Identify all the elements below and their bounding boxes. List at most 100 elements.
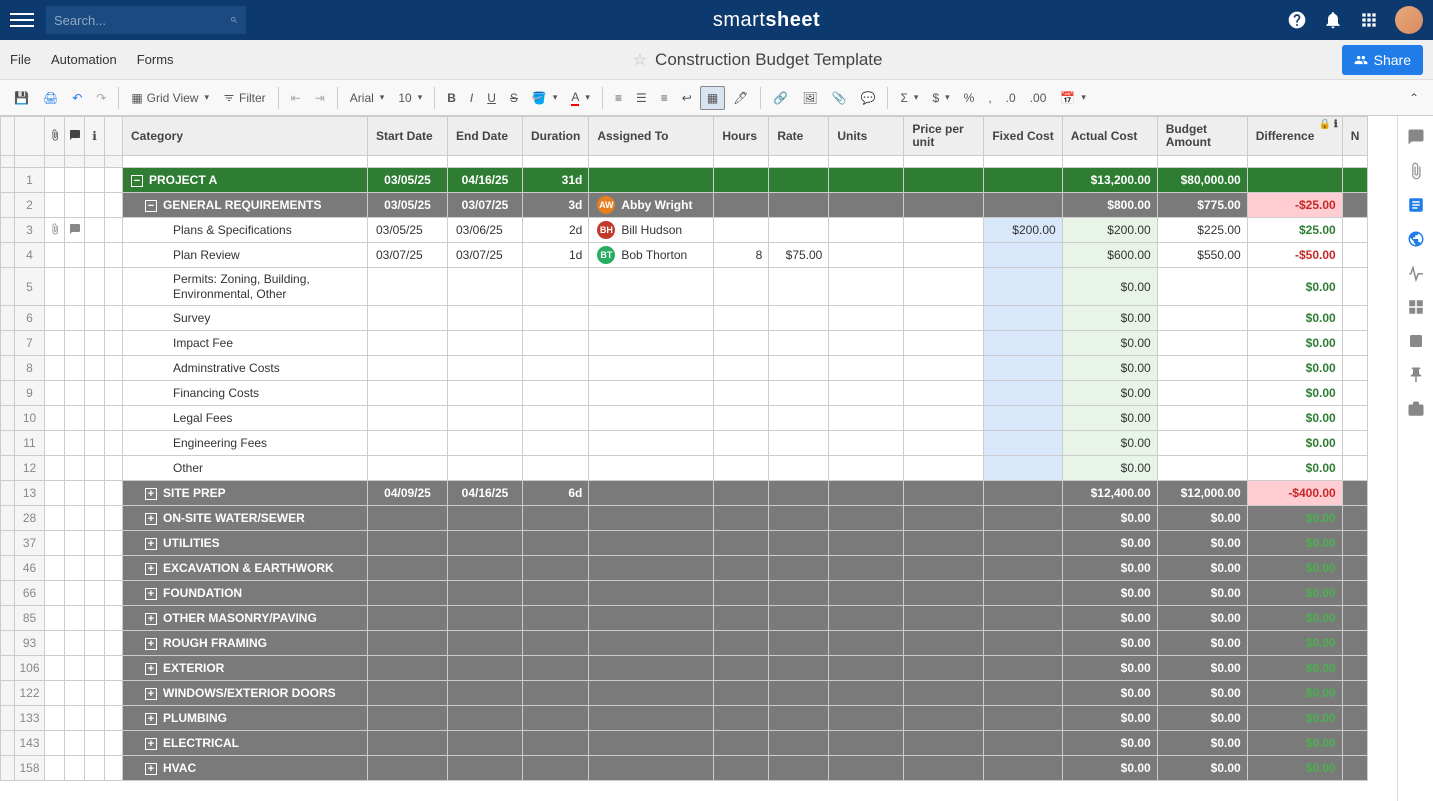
date-icon[interactable]: 📅▾ xyxy=(1054,87,1091,109)
col-rownum[interactable] xyxy=(15,117,45,156)
table-row[interactable]: 7Impact Fee$0.00$0.00 xyxy=(1,331,1368,356)
image-icon[interactable]: 🖼 xyxy=(796,87,823,109)
baseline-icon[interactable] xyxy=(1407,332,1425,350)
col-attach[interactable] xyxy=(45,117,65,156)
filter-button[interactable]: Filter xyxy=(217,87,272,109)
expander-icon[interactable]: + xyxy=(145,763,157,775)
conversations-icon[interactable] xyxy=(1407,128,1425,146)
table-row[interactable]: 4Plan Review03/07/2503/07/251dBTBob Thor… xyxy=(1,243,1368,268)
decimal-dec-icon[interactable]: .0 xyxy=(1000,87,1022,109)
table-row[interactable]: 122+WINDOWS/EXTERIOR DOORS$0.00$0.00$0.0… xyxy=(1,681,1368,706)
table-row[interactable]: 143+ELECTRICAL$0.00$0.00$0.00 xyxy=(1,731,1368,756)
table-row[interactable]: 46+EXCAVATION & EARTHWORK$0.00$0.00$0.00 xyxy=(1,556,1368,581)
font-select[interactable]: Arial▾ xyxy=(344,87,391,109)
avatar[interactable] xyxy=(1395,6,1423,34)
menu-icon[interactable] xyxy=(10,8,34,32)
attachments-icon[interactable] xyxy=(1407,162,1425,180)
col-hours[interactable]: Hours xyxy=(714,117,769,156)
col-comment[interactable] xyxy=(65,117,85,156)
col-units[interactable]: Units xyxy=(829,117,904,156)
table-row[interactable]: 37+UTILITIES$0.00$0.00$0.00 xyxy=(1,531,1368,556)
fill-color-icon[interactable]: 🪣▾ xyxy=(526,87,563,109)
col-proof[interactable]: ℹ xyxy=(85,117,105,156)
table-row[interactable]: 66+FOUNDATION$0.00$0.00$0.00 xyxy=(1,581,1368,606)
col-assigned[interactable]: Assigned To xyxy=(589,117,714,156)
table-row[interactable]: 28+ON-SITE WATER/SEWER$0.00$0.00$0.00 xyxy=(1,506,1368,531)
text-color-icon[interactable]: A▾ xyxy=(565,86,596,110)
col-diff[interactable]: Difference🔒 ℹ xyxy=(1247,117,1342,156)
align-left-icon[interactable]: ≡ xyxy=(609,87,628,109)
col-fixed[interactable]: Fixed Cost xyxy=(984,117,1062,156)
indent-icon[interactable]: ⇥ xyxy=(309,87,331,109)
col-n[interactable]: N xyxy=(1342,117,1368,156)
col-rate[interactable]: Rate xyxy=(769,117,829,156)
link-icon[interactable]: 🔗 xyxy=(767,87,794,109)
col-budget[interactable]: Budget Amount xyxy=(1157,117,1247,156)
expander-icon[interactable]: + xyxy=(145,638,157,650)
expander-icon[interactable]: + xyxy=(145,688,157,700)
star-icon[interactable]: ☆ xyxy=(633,50,647,70)
table-row[interactable]: 8Adminstrative Costs$0.00$0.00 xyxy=(1,356,1368,381)
expander-icon[interactable]: + xyxy=(145,563,157,575)
share-button[interactable]: Share xyxy=(1342,45,1423,75)
undo-icon[interactable]: ↶ xyxy=(66,87,88,109)
proof-icon[interactable] xyxy=(1407,196,1425,214)
align-center-icon[interactable]: ☰ xyxy=(630,87,653,109)
table-row[interactable]: 12Other$0.00$0.00 xyxy=(1,456,1368,481)
expander-icon[interactable]: − xyxy=(145,200,157,212)
attach-icon[interactable]: 📎 xyxy=(826,87,853,109)
table-row[interactable]: 2−GENERAL REQUIREMENTS03/05/2503/07/253d… xyxy=(1,193,1368,218)
decimal-inc-icon[interactable]: .00 xyxy=(1024,87,1053,109)
sum-icon[interactable]: Σ▾ xyxy=(894,87,924,109)
col-actual[interactable]: Actual Cost xyxy=(1062,117,1157,156)
apps-icon[interactable] xyxy=(1359,10,1379,30)
size-select[interactable]: 10▾ xyxy=(392,87,428,109)
expander-icon[interactable]: − xyxy=(131,175,143,187)
workapps-icon[interactable] xyxy=(1407,400,1425,418)
expander-icon[interactable]: + xyxy=(145,663,157,675)
expander-icon[interactable]: + xyxy=(145,488,157,500)
menu-forms[interactable]: Forms xyxy=(137,52,174,67)
pin-icon[interactable] xyxy=(1407,366,1425,384)
table-row[interactable]: 5Permits: Zoning, Building, Environmenta… xyxy=(1,268,1368,306)
table-row[interactable]: 13+SITE PREP04/09/2504/16/256d$12,400.00… xyxy=(1,481,1368,506)
activity-icon[interactable] xyxy=(1407,264,1425,282)
table-row[interactable]: 10Legal Fees$0.00$0.00 xyxy=(1,406,1368,431)
outdent-icon[interactable]: ⇤ xyxy=(285,87,307,109)
col-category[interactable]: Category xyxy=(123,117,368,156)
redo-icon[interactable]: ↷ xyxy=(90,87,112,109)
table-row[interactable]: 133+PLUMBING$0.00$0.00$0.00 xyxy=(1,706,1368,731)
table-row[interactable]: 1−PROJECT A03/05/2504/16/2531d$13,200.00… xyxy=(1,168,1368,193)
table-row[interactable]: 9Financing Costs$0.00$0.00 xyxy=(1,381,1368,406)
col-start[interactable]: Start Date xyxy=(368,117,448,156)
expander-icon[interactable]: + xyxy=(145,713,157,725)
thousands-icon[interactable]: , xyxy=(982,87,997,109)
currency-icon[interactable]: $▾ xyxy=(926,87,955,109)
search-box[interactable] xyxy=(46,6,246,34)
italic-icon[interactable]: I xyxy=(464,87,479,109)
expander-icon[interactable]: + xyxy=(145,613,157,625)
table-row[interactable]: 106+EXTERIOR$0.00$0.00$0.00 xyxy=(1,656,1368,681)
save-icon[interactable]: 💾 xyxy=(8,87,35,109)
underline-icon[interactable]: U xyxy=(481,87,502,109)
table-row[interactable]: 93+ROUGH FRAMING$0.00$0.00$0.00 xyxy=(1,631,1368,656)
bold-icon[interactable]: B xyxy=(441,87,462,109)
expander-icon[interactable]: + xyxy=(145,538,157,550)
table-row[interactable]: 3Plans & Specifications03/05/2503/06/252… xyxy=(1,218,1368,243)
menu-automation[interactable]: Automation xyxy=(51,52,117,67)
comment-icon[interactable]: 💬 xyxy=(855,87,882,109)
sheet-area[interactable]: ℹ Category Start Date End Date Duration … xyxy=(0,116,1397,801)
collapse-icon[interactable]: ⌃ xyxy=(1403,87,1425,109)
expander-icon[interactable]: + xyxy=(145,588,157,600)
expander-icon[interactable]: + xyxy=(145,513,157,525)
bell-icon[interactable] xyxy=(1323,10,1343,30)
summary-icon[interactable] xyxy=(1407,298,1425,316)
col-end[interactable]: End Date xyxy=(448,117,523,156)
percent-icon[interactable]: % xyxy=(958,87,981,109)
print-icon[interactable]: 🖨 xyxy=(37,87,64,109)
highlight-icon[interactable]: 🖊 xyxy=(727,87,754,109)
menu-file[interactable]: File xyxy=(10,52,31,67)
align-right-icon[interactable]: ≡ xyxy=(655,87,674,109)
expander-icon[interactable]: + xyxy=(145,738,157,750)
table-row[interactable]: 158+HVAC$0.00$0.00$0.00 xyxy=(1,756,1368,781)
